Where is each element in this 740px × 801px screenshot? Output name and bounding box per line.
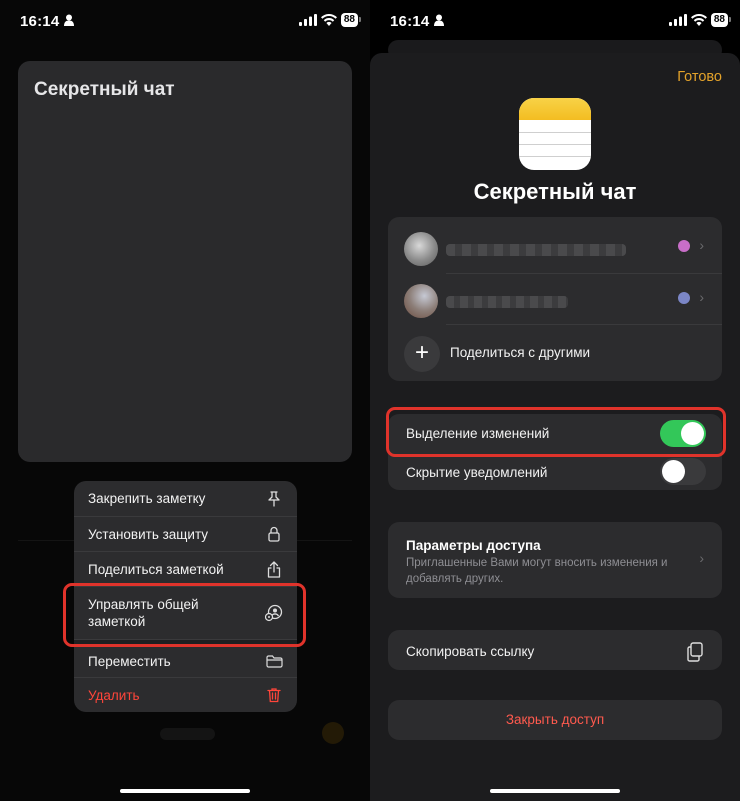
trash-icon (265, 686, 283, 704)
pin-icon (265, 490, 283, 508)
chevron-right-icon: › (699, 289, 704, 305)
avatar (404, 284, 438, 318)
done-button[interactable]: Готово (677, 69, 722, 85)
note-title: Секретный чат (34, 79, 175, 100)
right-screen: 16:14 88 Готово Секретный чат › › + Поде… (370, 0, 740, 801)
status-time: 16:14 (20, 13, 60, 30)
wifi-icon (320, 14, 337, 26)
share-sheet: Готово Секретный чат › › + Поделиться с … (370, 53, 740, 801)
notes-app-icon (519, 98, 591, 170)
home-indicator[interactable] (490, 789, 620, 793)
participant-color-dot (678, 292, 690, 304)
close-access-label: Закрыть доступ (505, 712, 605, 727)
participant-row[interactable]: › (388, 217, 722, 273)
menu-item-label: Удалить (88, 687, 140, 703)
menu-item-delete[interactable]: Удалить (74, 678, 297, 712)
status-bar: 16:14 88 (0, 10, 370, 34)
chevron-right-icon: › (699, 237, 704, 253)
highlight-frame-toggle (386, 407, 726, 457)
background-toolbar (160, 728, 215, 740)
share-with-others-button[interactable]: Поделиться с другими (450, 345, 590, 360)
status-bar: 16:14 88 (370, 10, 740, 34)
person-icon (64, 14, 74, 26)
signal-icon (668, 14, 687, 26)
sheet-title: Секретный чат (473, 179, 637, 204)
access-settings-title: Параметры доступа (406, 538, 541, 553)
chevron-right-icon: › (699, 550, 704, 566)
plus-icon[interactable]: + (404, 336, 440, 372)
hide-alerts-label: Скрытие уведомлений (406, 465, 548, 480)
participants-group: › › + Поделиться с другими (388, 217, 722, 381)
menu-item-label: Переместить (88, 654, 171, 669)
participant-color-dot (678, 240, 690, 252)
access-settings-row[interactable]: Параметры доступа Приглашенные Вами могу… (388, 522, 722, 598)
menu-item-lock[interactable]: Установить защиту (74, 517, 297, 552)
participant-name-blurred (446, 244, 626, 256)
left-screen: 16:14 88 Секретный чат Закрепить заметку… (0, 0, 370, 801)
participant-name-blurred (446, 296, 568, 308)
home-indicator[interactable] (120, 789, 250, 793)
battery-icon: 88 (340, 13, 362, 27)
highlight-frame-manage (63, 583, 306, 647)
menu-item-move[interactable]: Переместить (74, 646, 297, 678)
note-preview[interactable]: Секретный чат (18, 61, 352, 462)
status-time: 16:14 (390, 13, 430, 30)
person-icon (434, 14, 444, 26)
lock-icon (265, 525, 283, 543)
menu-item-label: Установить защиту (88, 526, 209, 542)
battery-icon: 88 (710, 13, 732, 27)
menu-item-pin[interactable]: Закрепить заметку (74, 481, 297, 517)
participant-row[interactable]: › (388, 269, 722, 325)
copy-link-row[interactable]: Скопировать ссылку (388, 630, 722, 670)
close-access-button[interactable]: Закрыть доступ (388, 700, 722, 740)
menu-item-label: Закрепить заметку (88, 491, 206, 506)
signal-icon (298, 14, 317, 26)
menu-item-label: Поделиться заметкой (88, 561, 224, 577)
menu-item-share[interactable]: Поделиться заметкой (74, 552, 297, 587)
copy-link-label: Скопировать ссылку (406, 644, 535, 659)
row-divider (446, 324, 722, 325)
share-icon (265, 560, 283, 578)
copy-icon (687, 642, 703, 662)
hide-alerts-toggle[interactable] (660, 458, 706, 485)
wifi-icon (690, 14, 707, 26)
background-compose-icon (322, 722, 344, 744)
access-settings-description: Приглашенные Вами могут вносить изменени… (406, 557, 668, 585)
folder-icon (265, 653, 283, 671)
avatar (404, 232, 438, 266)
